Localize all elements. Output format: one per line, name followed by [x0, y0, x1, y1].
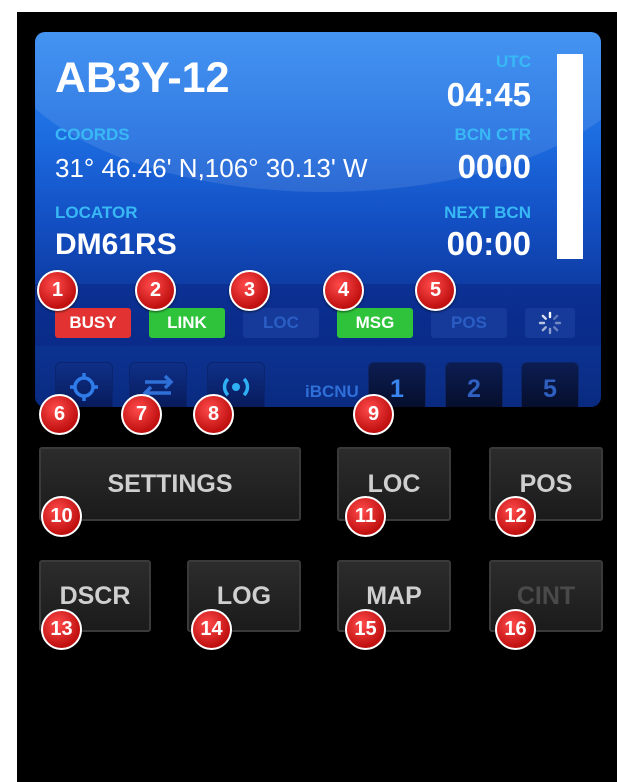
gear-icon — [70, 373, 98, 401]
app-screen: AB3Y-12 COORDS 31° 46.46' N,106° 30.13' … — [17, 12, 617, 782]
callout-marker: 13 — [41, 609, 82, 650]
status-panel: AB3Y-12 COORDS 31° 46.46' N,106° 30.13' … — [35, 32, 601, 407]
utc-label: UTC — [496, 52, 531, 71]
next-bcn-value: 00:00 — [446, 225, 531, 262]
utc-value: 04:45 — [446, 76, 531, 113]
callout-marker: 14 — [191, 609, 232, 650]
next-bcn-label: NEXT BCN — [444, 203, 531, 222]
signal-level-bar — [557, 54, 583, 259]
locator-value: DM61RS — [55, 228, 177, 261]
coords-value: 31° 46.46' N,106° 30.13' W — [55, 153, 368, 183]
callout-marker: 16 — [495, 609, 536, 650]
link-indicator: LINK — [149, 308, 225, 338]
callout-marker: 7 — [121, 394, 162, 435]
ibcnu-label: iBCNU — [305, 382, 359, 401]
locator-label: LOCATOR — [55, 203, 138, 222]
callout-marker: 15 — [345, 609, 386, 650]
callout-marker: 4 — [323, 270, 364, 311]
spinner-icon — [525, 308, 575, 338]
busy-indicator: BUSY — [55, 308, 131, 338]
callout-marker: 9 — [353, 394, 394, 435]
coords-label: COORDS — [55, 125, 130, 144]
pos-indicator: POS — [431, 308, 507, 338]
bcn-ctr-value: 0000 — [457, 148, 531, 185]
msg-indicator: MSG — [337, 308, 413, 338]
callsign: AB3Y-12 — [55, 54, 230, 102]
bcn-ctr-label: BCN CTR — [454, 125, 532, 144]
callout-marker: 2 — [135, 270, 176, 311]
callout-marker: 12 — [495, 496, 536, 537]
callout-marker: 3 — [229, 270, 270, 311]
control-row: iBCNU 1 2 5 — [35, 352, 601, 407]
loc-indicator: LOC — [243, 308, 319, 338]
callout-marker: 1 — [37, 270, 78, 311]
callout-marker: 10 — [41, 496, 82, 537]
callout-marker: 8 — [193, 394, 234, 435]
callout-marker: 5 — [415, 270, 456, 311]
slot-button-2[interactable]: 2 — [445, 362, 503, 407]
callout-marker: 6 — [39, 394, 80, 435]
callout-marker: 11 — [345, 496, 386, 537]
slot-button-3[interactable]: 5 — [521, 362, 579, 407]
